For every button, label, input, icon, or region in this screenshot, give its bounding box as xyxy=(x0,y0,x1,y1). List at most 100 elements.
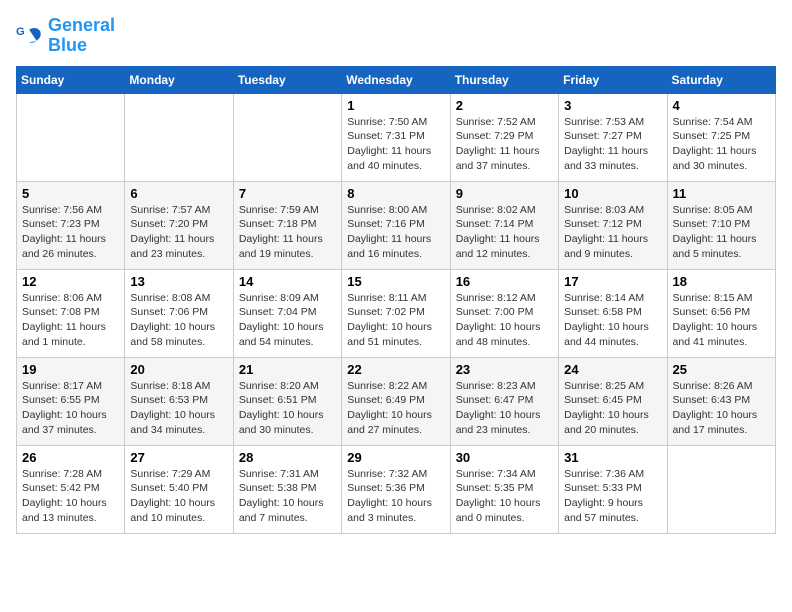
weekday-header-thursday: Thursday xyxy=(450,66,558,93)
day-number: 24 xyxy=(564,362,661,377)
weekday-header-saturday: Saturday xyxy=(667,66,775,93)
calendar-table: SundayMondayTuesdayWednesdayThursdayFrid… xyxy=(16,66,776,534)
logo: G General Blue xyxy=(16,16,115,56)
calendar-cell: 28 Sunrise: 7:31 AMSunset: 5:38 PMDaylig… xyxy=(233,445,341,533)
day-number: 9 xyxy=(456,186,553,201)
day-number: 5 xyxy=(22,186,119,201)
day-info: Sunrise: 8:23 AMSunset: 6:47 PMDaylight:… xyxy=(456,379,553,438)
day-info: Sunrise: 8:11 AMSunset: 7:02 PMDaylight:… xyxy=(347,291,444,350)
day-info: Sunrise: 8:26 AMSunset: 6:43 PMDaylight:… xyxy=(673,379,770,438)
day-info: Sunrise: 7:31 AMSunset: 5:38 PMDaylight:… xyxy=(239,467,336,526)
day-info: Sunrise: 7:28 AMSunset: 5:42 PMDaylight:… xyxy=(22,467,119,526)
weekday-header-friday: Friday xyxy=(559,66,667,93)
calendar-cell: 10 Sunrise: 8:03 AMSunset: 7:12 PMDaylig… xyxy=(559,181,667,269)
day-number: 21 xyxy=(239,362,336,377)
weekday-header-row: SundayMondayTuesdayWednesdayThursdayFrid… xyxy=(17,66,776,93)
calendar-cell: 22 Sunrise: 8:22 AMSunset: 6:49 PMDaylig… xyxy=(342,357,450,445)
day-number: 15 xyxy=(347,274,444,289)
calendar-cell: 14 Sunrise: 8:09 AMSunset: 7:04 PMDaylig… xyxy=(233,269,341,357)
calendar-cell: 6 Sunrise: 7:57 AMSunset: 7:20 PMDayligh… xyxy=(125,181,233,269)
day-info: Sunrise: 8:05 AMSunset: 7:10 PMDaylight:… xyxy=(673,203,770,262)
day-info: Sunrise: 8:00 AMSunset: 7:16 PMDaylight:… xyxy=(347,203,444,262)
day-number: 30 xyxy=(456,450,553,465)
day-info: Sunrise: 8:18 AMSunset: 6:53 PMDaylight:… xyxy=(130,379,227,438)
calendar-cell: 29 Sunrise: 7:32 AMSunset: 5:36 PMDaylig… xyxy=(342,445,450,533)
calendar-cell: 23 Sunrise: 8:23 AMSunset: 6:47 PMDaylig… xyxy=(450,357,558,445)
day-number: 17 xyxy=(564,274,661,289)
day-info: Sunrise: 8:03 AMSunset: 7:12 PMDaylight:… xyxy=(564,203,661,262)
calendar-cell: 1 Sunrise: 7:50 AMSunset: 7:31 PMDayligh… xyxy=(342,93,450,181)
logo-icon: G xyxy=(16,22,44,50)
day-info: Sunrise: 8:08 AMSunset: 7:06 PMDaylight:… xyxy=(130,291,227,350)
day-info: Sunrise: 8:12 AMSunset: 7:00 PMDaylight:… xyxy=(456,291,553,350)
day-number: 8 xyxy=(347,186,444,201)
calendar-cell: 20 Sunrise: 8:18 AMSunset: 6:53 PMDaylig… xyxy=(125,357,233,445)
day-info: Sunrise: 8:25 AMSunset: 6:45 PMDaylight:… xyxy=(564,379,661,438)
calendar-cell: 16 Sunrise: 8:12 AMSunset: 7:00 PMDaylig… xyxy=(450,269,558,357)
day-number: 14 xyxy=(239,274,336,289)
calendar-cell: 25 Sunrise: 8:26 AMSunset: 6:43 PMDaylig… xyxy=(667,357,775,445)
calendar-cell: 27 Sunrise: 7:29 AMSunset: 5:40 PMDaylig… xyxy=(125,445,233,533)
day-number: 16 xyxy=(456,274,553,289)
day-info: Sunrise: 7:57 AMSunset: 7:20 PMDaylight:… xyxy=(130,203,227,262)
calendar-cell: 12 Sunrise: 8:06 AMSunset: 7:08 PMDaylig… xyxy=(17,269,125,357)
day-info: Sunrise: 8:15 AMSunset: 6:56 PMDaylight:… xyxy=(673,291,770,350)
day-number: 13 xyxy=(130,274,227,289)
day-number: 12 xyxy=(22,274,119,289)
day-number: 6 xyxy=(130,186,227,201)
day-number: 7 xyxy=(239,186,336,201)
calendar-cell: 4 Sunrise: 7:54 AMSunset: 7:25 PMDayligh… xyxy=(667,93,775,181)
calendar-cell: 24 Sunrise: 8:25 AMSunset: 6:45 PMDaylig… xyxy=(559,357,667,445)
calendar-cell: 13 Sunrise: 8:08 AMSunset: 7:06 PMDaylig… xyxy=(125,269,233,357)
day-info: Sunrise: 8:06 AMSunset: 7:08 PMDaylight:… xyxy=(22,291,119,350)
day-info: Sunrise: 7:56 AMSunset: 7:23 PMDaylight:… xyxy=(22,203,119,262)
day-info: Sunrise: 7:53 AMSunset: 7:27 PMDaylight:… xyxy=(564,115,661,174)
day-info: Sunrise: 8:09 AMSunset: 7:04 PMDaylight:… xyxy=(239,291,336,350)
calendar-cell: 17 Sunrise: 8:14 AMSunset: 6:58 PMDaylig… xyxy=(559,269,667,357)
day-number: 2 xyxy=(456,98,553,113)
logo-text: General Blue xyxy=(48,16,115,56)
day-info: Sunrise: 7:34 AMSunset: 5:35 PMDaylight:… xyxy=(456,467,553,526)
day-number: 3 xyxy=(564,98,661,113)
day-info: Sunrise: 8:02 AMSunset: 7:14 PMDaylight:… xyxy=(456,203,553,262)
day-info: Sunrise: 7:29 AMSunset: 5:40 PMDaylight:… xyxy=(130,467,227,526)
calendar-cell: 31 Sunrise: 7:36 AMSunset: 5:33 PMDaylig… xyxy=(559,445,667,533)
svg-text:G: G xyxy=(16,26,25,38)
week-row-1: 5 Sunrise: 7:56 AMSunset: 7:23 PMDayligh… xyxy=(17,181,776,269)
day-info: Sunrise: 8:17 AMSunset: 6:55 PMDaylight:… xyxy=(22,379,119,438)
day-number: 22 xyxy=(347,362,444,377)
day-info: Sunrise: 8:20 AMSunset: 6:51 PMDaylight:… xyxy=(239,379,336,438)
calendar-cell xyxy=(233,93,341,181)
weekday-header-tuesday: Tuesday xyxy=(233,66,341,93)
calendar-cell: 9 Sunrise: 8:02 AMSunset: 7:14 PMDayligh… xyxy=(450,181,558,269)
week-row-2: 12 Sunrise: 8:06 AMSunset: 7:08 PMDaylig… xyxy=(17,269,776,357)
weekday-header-monday: Monday xyxy=(125,66,233,93)
day-info: Sunrise: 7:50 AMSunset: 7:31 PMDaylight:… xyxy=(347,115,444,174)
day-info: Sunrise: 8:14 AMSunset: 6:58 PMDaylight:… xyxy=(564,291,661,350)
calendar-cell: 5 Sunrise: 7:56 AMSunset: 7:23 PMDayligh… xyxy=(17,181,125,269)
day-info: Sunrise: 7:52 AMSunset: 7:29 PMDaylight:… xyxy=(456,115,553,174)
calendar-cell xyxy=(667,445,775,533)
day-number: 19 xyxy=(22,362,119,377)
calendar-cell: 30 Sunrise: 7:34 AMSunset: 5:35 PMDaylig… xyxy=(450,445,558,533)
day-number: 4 xyxy=(673,98,770,113)
week-row-4: 26 Sunrise: 7:28 AMSunset: 5:42 PMDaylig… xyxy=(17,445,776,533)
day-info: Sunrise: 7:36 AMSunset: 5:33 PMDaylight:… xyxy=(564,467,661,526)
week-row-0: 1 Sunrise: 7:50 AMSunset: 7:31 PMDayligh… xyxy=(17,93,776,181)
calendar-cell: 15 Sunrise: 8:11 AMSunset: 7:02 PMDaylig… xyxy=(342,269,450,357)
calendar-cell: 11 Sunrise: 8:05 AMSunset: 7:10 PMDaylig… xyxy=(667,181,775,269)
day-info: Sunrise: 8:22 AMSunset: 6:49 PMDaylight:… xyxy=(347,379,444,438)
calendar-cell: 2 Sunrise: 7:52 AMSunset: 7:29 PMDayligh… xyxy=(450,93,558,181)
calendar-cell: 19 Sunrise: 8:17 AMSunset: 6:55 PMDaylig… xyxy=(17,357,125,445)
day-number: 27 xyxy=(130,450,227,465)
calendar-cell: 26 Sunrise: 7:28 AMSunset: 5:42 PMDaylig… xyxy=(17,445,125,533)
weekday-header-wednesday: Wednesday xyxy=(342,66,450,93)
day-info: Sunrise: 7:59 AMSunset: 7:18 PMDaylight:… xyxy=(239,203,336,262)
weekday-header-sunday: Sunday xyxy=(17,66,125,93)
day-number: 28 xyxy=(239,450,336,465)
day-number: 23 xyxy=(456,362,553,377)
calendar-cell: 7 Sunrise: 7:59 AMSunset: 7:18 PMDayligh… xyxy=(233,181,341,269)
day-number: 31 xyxy=(564,450,661,465)
day-number: 11 xyxy=(673,186,770,201)
calendar-cell: 3 Sunrise: 7:53 AMSunset: 7:27 PMDayligh… xyxy=(559,93,667,181)
